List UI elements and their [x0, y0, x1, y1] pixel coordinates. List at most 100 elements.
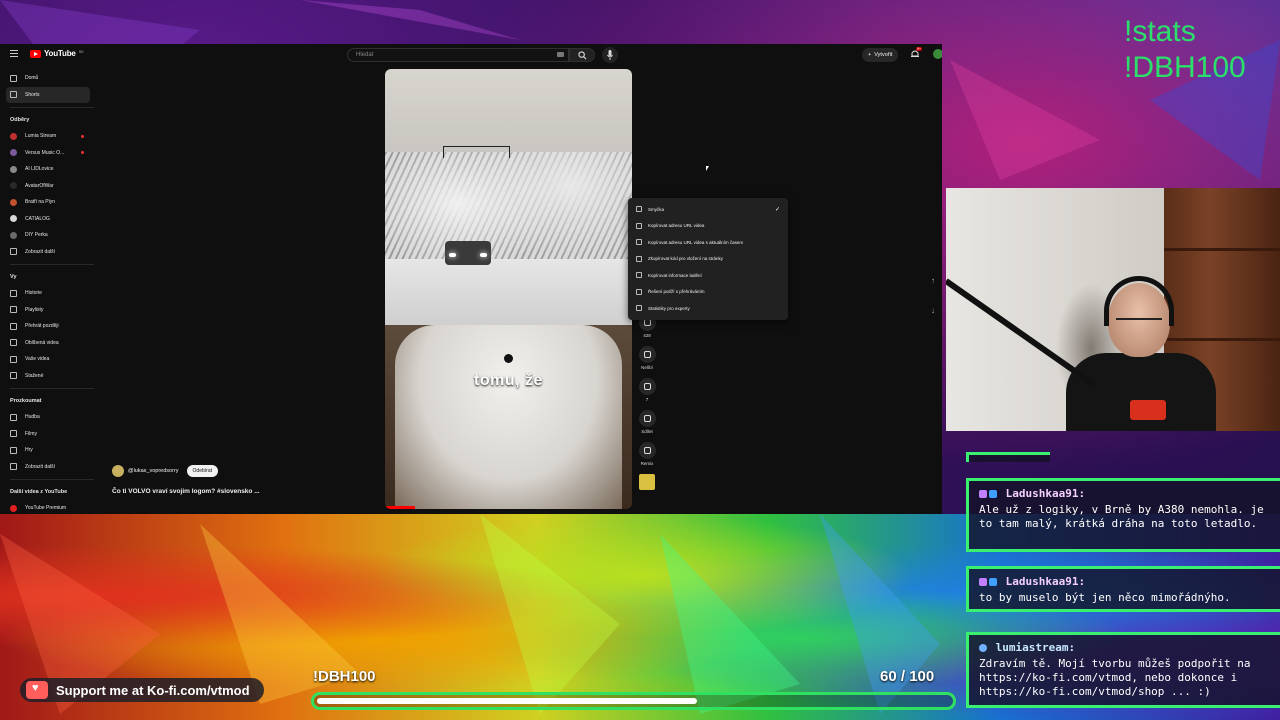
sidebar-section-explore[interactable]: Prozkoumat: [0, 393, 96, 409]
goal-progress-fill: [317, 698, 697, 704]
menu-icon[interactable]: [10, 50, 18, 58]
share-icon-glyph: [643, 415, 651, 422]
next-video-arrow-icon[interactable]: ↓: [931, 306, 941, 316]
sidebar-item-shorts[interactable]: Shorts: [6, 86, 90, 103]
previous-video-arrow-icon[interactable]: ↑: [931, 276, 941, 286]
account-avatar[interactable]: [933, 49, 942, 59]
webcam-shelf-line: [1164, 338, 1280, 341]
share-button[interactable]: Sdílet: [636, 410, 658, 434]
chat-username-text: Ladushkaa91:: [1005, 487, 1086, 500]
sidebar-item-subscription[interactable]: AvatarOfWar: [0, 178, 96, 195]
sidebar-item-label: Hry: [25, 447, 33, 454]
context-menu-item[interactable]: Smyčka ✓: [628, 201, 788, 218]
sidebar-item-label: Shorts: [25, 91, 40, 98]
sidebar-item-subscription[interactable]: AI LIDLovice: [0, 161, 96, 178]
nav-icon: [10, 413, 17, 421]
sidebar-divider: [10, 388, 94, 389]
video-progress-bar[interactable]: [385, 506, 415, 509]
shorts-video-player[interactable]: tomu, že: [385, 69, 632, 509]
loop-icon: [636, 206, 642, 213]
sidebar-section-more[interactable]: Další videa z YouTube: [0, 484, 96, 500]
context-menu-item[interactable]: Kopírovat informace ladění: [628, 267, 788, 284]
stats-overlay: !stats !DBH100: [1124, 14, 1246, 86]
chat-message: lumiastream: Zdravím tě. Mojí tvorbu můž…: [966, 632, 1280, 708]
context-menu-label: Kopírovat informace ladění: [648, 272, 702, 278]
sidebar-item-you[interactable]: Historie: [0, 285, 96, 302]
sidebar-item-subscription[interactable]: CATIALOG: [0, 211, 96, 228]
sidebar-item-subscription[interactable]: Bratři na Plyn: [0, 194, 96, 211]
sidebar-item-premium[interactable]: YouTube Premium: [0, 500, 96, 514]
notification-count-badge: 9+: [916, 47, 922, 51]
channel-name[interactable]: @lukas_vopredsorry: [128, 468, 179, 474]
keyboard-icon[interactable]: [557, 52, 564, 57]
sidebar-item-home[interactable]: Domů: [0, 70, 96, 87]
channel-info: @lukas_vopredsorry Odebírat: [112, 465, 218, 477]
sidebar-section-label: Další videa z YouTube: [10, 489, 68, 495]
plus-icon: +: [868, 52, 872, 58]
sidebar-section-you[interactable]: Vy: [0, 269, 96, 285]
dislike-button[interactable]: Nelíbí: [636, 346, 658, 370]
sidebar-divider: [10, 479, 94, 480]
goal-separator: /: [896, 668, 910, 685]
sidebar-item-label: AI LIDLovice: [25, 166, 54, 173]
remix-button[interactable]: Remix: [636, 442, 658, 466]
sidebar-item-you[interactable]: Playlisty: [0, 302, 96, 319]
search-button[interactable]: [569, 48, 595, 62]
context-menu-item[interactable]: Řešení potíží s přehráváním: [628, 284, 788, 301]
like-icon-glyph: [643, 319, 651, 326]
sidebar-divider: [10, 264, 94, 265]
context-menu-item[interactable]: Zkopírovat kód pro vložení na stránky: [628, 251, 788, 268]
sidebar-item-subscription[interactable]: Versus Music O...: [0, 145, 96, 162]
video-snow-road: [385, 259, 632, 325]
create-button[interactable]: + Vytvořit: [862, 48, 899, 62]
chat-message: Ladushkaa91: Ale už z logiky, v Brně by …: [966, 478, 1280, 552]
subscribe-button[interactable]: Odebírat: [186, 465, 218, 477]
sidebar-item-explore[interactable]: Zobrazit další: [0, 459, 96, 476]
sidebar-divider: [10, 107, 94, 108]
comment-icon-glyph: [643, 383, 651, 390]
sidebar-item-you[interactable]: Stažené: [0, 368, 96, 385]
sidebar-section-subscriptions[interactable]: Odběry: [0, 112, 96, 128]
voice-search-button[interactable]: [602, 47, 618, 63]
webcam-shelf-line: [1164, 248, 1280, 251]
remix-icon: [638, 442, 656, 459]
sidebar-item-label: Lumia Stream: [25, 133, 57, 140]
context-menu: Smyčka ✓ Kopírovat adresu URL videa Kopírov…: [628, 198, 788, 320]
video-clip-mic: [504, 354, 513, 363]
context-menu-item[interactable]: Kopírovat adresu URL videa: [628, 218, 788, 235]
video-frame-outline: [443, 146, 510, 158]
action-label: Sdílet: [641, 429, 653, 434]
sidebar-item-label: Oblíbená videa: [25, 339, 59, 346]
chat-badge-icon: [979, 578, 987, 586]
sidebar-item-you[interactable]: Oblíbená videa: [0, 335, 96, 352]
nav-icon: [10, 430, 17, 438]
sidebar-item-explore[interactable]: Hudba: [0, 409, 96, 426]
stats-command: !stats: [1124, 15, 1196, 48]
sidebar-item-you[interactable]: Vaše videa: [0, 351, 96, 368]
sidebar-item-explore[interactable]: Hry: [0, 442, 96, 459]
channel-avatar[interactable]: [112, 465, 124, 477]
sidebar-section-label: Prozkoumat: [10, 398, 42, 404]
sidebar-item-you[interactable]: Přehrát později: [0, 318, 96, 335]
sidebar-item-subscription[interactable]: Zobrazit další: [0, 244, 96, 261]
search-icon: [578, 51, 587, 60]
channel-avatar-icon: [10, 149, 17, 157]
sidebar-item-subscription[interactable]: Lumia Stream: [0, 128, 96, 145]
link-icon: [636, 239, 642, 246]
context-menu-label: Kopírovat adresu URL videa: [648, 223, 705, 229]
context-menu-item[interactable]: Kopírovat adresu URL videa s aktuálním č…: [628, 234, 788, 251]
nav-icon: [10, 355, 17, 363]
sidebar-item-subscription[interactable]: DIY Perka: [0, 227, 96, 244]
video-title[interactable]: Čo ti VOLVO vraví svojim logom? #slovens…: [112, 488, 260, 495]
video-caption: tomu, že: [474, 372, 543, 389]
comment-button[interactable]: 7: [636, 378, 658, 402]
sidebar-item-explore[interactable]: Filmy: [0, 426, 96, 443]
youtube-logo[interactable]: YouTube SK: [30, 49, 84, 58]
sidebar-section-label: Odběry: [10, 117, 30, 123]
chat-username-text: lumiastream:: [995, 641, 1076, 654]
sound-thumbnail[interactable]: [639, 474, 655, 490]
chat-badge-icon: [989, 578, 997, 586]
context-menu-item[interactable]: Statistiky pro experty: [628, 300, 788, 317]
search-input[interactable]: Hledat: [347, 48, 569, 62]
share-icon: [638, 410, 656, 427]
